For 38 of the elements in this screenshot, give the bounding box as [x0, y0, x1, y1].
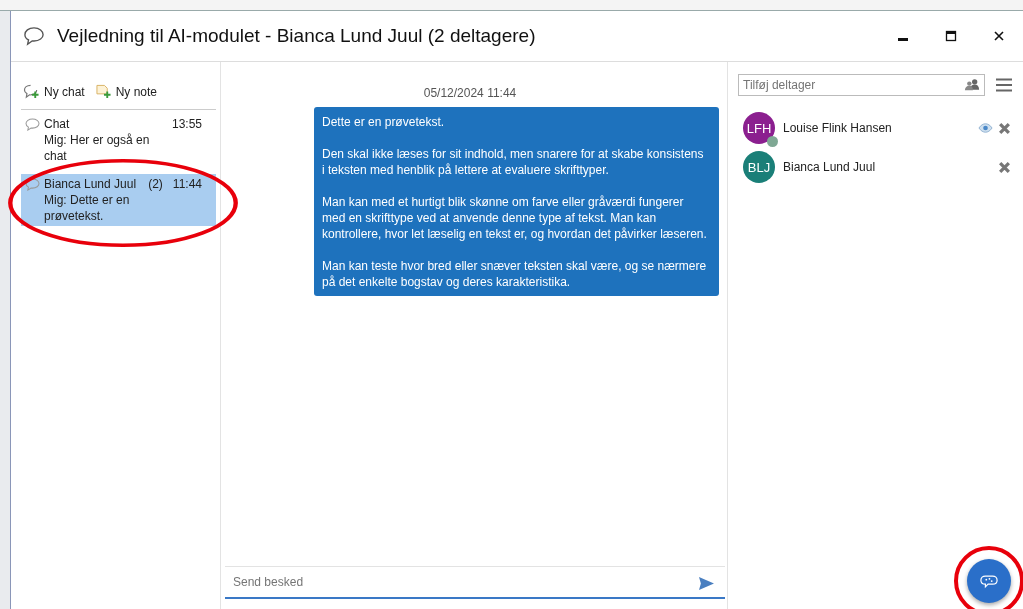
chat-bubble-icon [25, 178, 40, 191]
people-icon [964, 78, 980, 91]
add-participant-field[interactable]: Tilføj deltager [738, 74, 985, 96]
chat-bubble-icon [25, 118, 40, 131]
message-paragraph: Den skal ikke læses for sit indhold, men snarere for at skabe konsistens i teksten med henblik på lettere at evaluere skrifttyper. [322, 146, 705, 178]
send-icon[interactable] [698, 576, 715, 591]
chat-preview: Mig: Her er også en chat [44, 132, 151, 164]
brain-chat-icon [980, 573, 998, 589]
chat-list-item[interactable]: Chat 13:55 Mig: Her er også en chat [21, 114, 216, 166]
new-note-button[interactable]: Ny note [92, 82, 160, 101]
chat-preview: Mig: Dette er en prøvetekst. [44, 192, 131, 224]
maximize-icon [945, 30, 957, 42]
chat-time: 13:55 [171, 116, 202, 132]
minimize-icon [898, 37, 908, 41]
message-paragraph: Man kan med et hurtigt blik skønne om farve eller gråværdi fungerer med en skrifttype ved at anvende denne type af tekst. Man kan kontrollere, hvor let læselig en tekst er, og hvordan det påvirker læseren. [322, 194, 708, 242]
chat-time: 11:44 [172, 176, 202, 192]
ai-assistant-button[interactable] [967, 559, 1011, 603]
chat-bubble-icon [23, 26, 45, 46]
chat-name: Bianca Lund Juul [44, 176, 138, 192]
new-chat-button[interactable]: Ny chat [21, 82, 87, 101]
chat-list-item[interactable]: Bianca Lund Juul (2) 11:44 Mig: Dette er en prøvetekst. [21, 174, 216, 226]
unread-count: (2) [148, 176, 163, 192]
remove-button[interactable] [998, 160, 1011, 174]
message-paragraph: Man kan teste hvor bred eller snæver teksten skal være, og se nærmere på det enkelte bogstav og deres karakteristika. [322, 258, 708, 290]
avatar: BLJ [743, 151, 775, 183]
participant-name: Louise Flink Hansen [783, 121, 893, 135]
add-note-icon [94, 84, 112, 99]
avatar: LFH [743, 112, 775, 144]
menu-button[interactable] [995, 78, 1013, 92]
participant-name: Bianca Lund Juul [783, 160, 877, 174]
close-icon [993, 30, 1005, 42]
chat-name: Chat [44, 116, 71, 132]
window-title: Vejledning til AI-modulet - Bianca Lund Juul (2 deltagere) [57, 25, 536, 47]
remove-button[interactable] [998, 121, 1011, 135]
add-chat-icon [23, 84, 40, 99]
message-timestamp: 05/12/2024 11:44 [423, 86, 517, 100]
message-paragraph: Dette er en prøvetekst. [322, 114, 446, 130]
message-input-field[interactable]: Send besked [225, 567, 725, 599]
